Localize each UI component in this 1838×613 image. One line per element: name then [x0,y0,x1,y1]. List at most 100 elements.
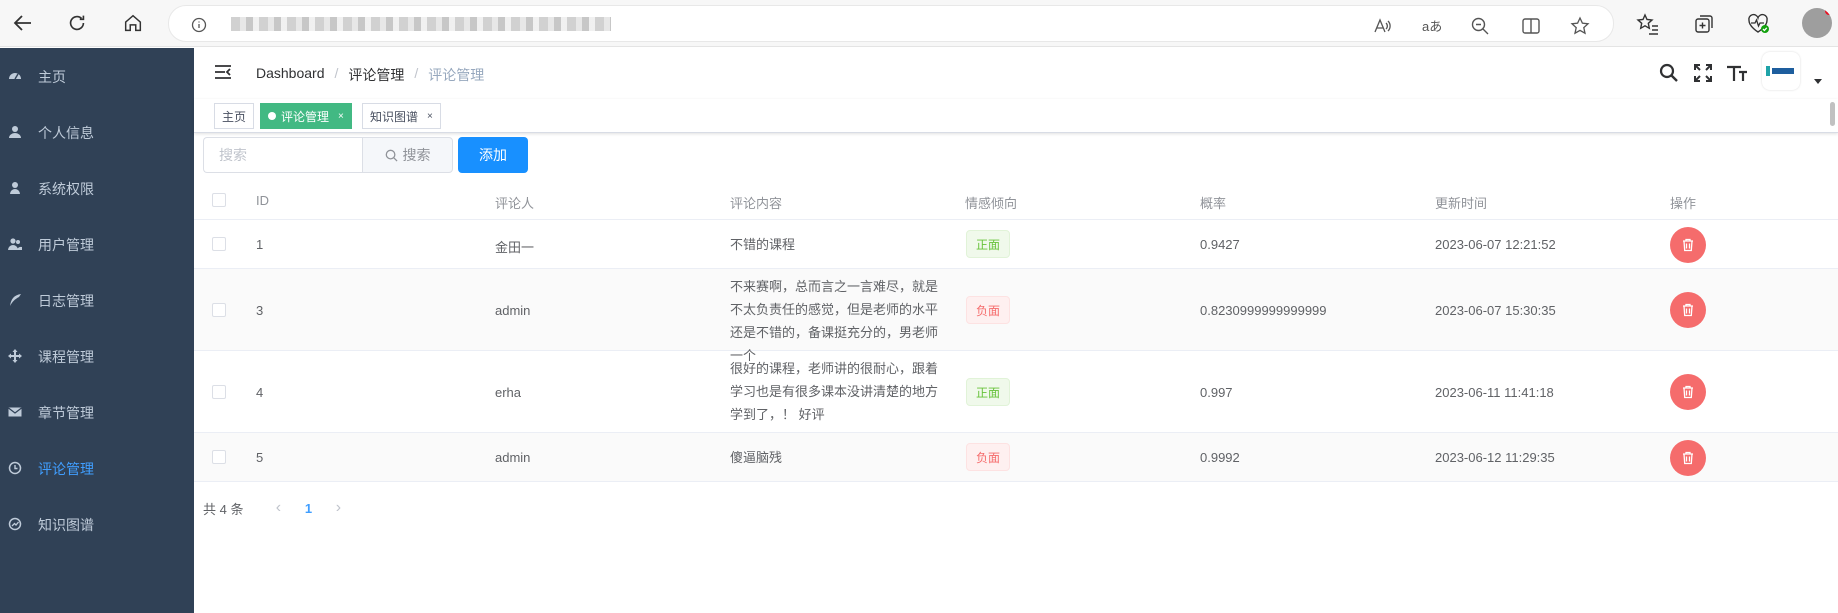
blurred-url [231,17,611,31]
trash-icon [1683,385,1693,399]
row-checkbox[interactable] [212,450,226,464]
browser-toolbar: aあ [0,0,1838,47]
trash-icon [1683,451,1693,465]
dashboard-icon [9,73,21,80]
sidebar-item-logs[interactable]: 日志管理 [0,272,194,328]
collections-icon[interactable] [1690,10,1718,38]
chart-icon [8,517,22,531]
add-button[interactable]: 添加 [458,137,528,173]
cell-time: 2023-06-07 12:21:52 [1435,237,1556,252]
row-checkbox[interactable] [212,385,226,399]
cell-probability: 0.9992 [1200,450,1240,465]
search-icon[interactable] [1658,62,1680,84]
delete-button[interactable] [1670,292,1706,328]
sidebar-item-comments[interactable]: 评论管理 [0,440,194,496]
sidebar-item-label: 系统权限 [38,181,94,197]
favorite-star-icon[interactable] [1569,15,1591,37]
feather-icon [10,294,21,306]
fullscreen-icon[interactable] [1692,62,1714,84]
delete-button[interactable] [1670,374,1706,410]
sidebar-item-chapters[interactable]: 章节管理 [0,384,194,440]
cell-user: 金田一 [495,240,535,255]
row-checkbox[interactable] [212,303,226,317]
table-row[interactable]: 3 admin 不来赛啊，总而言之一言难尽，就是不太负责任的感觉，但是老师的水平… [194,269,1838,363]
site-info-icon[interactable] [191,17,207,33]
delete-button[interactable] [1670,227,1706,263]
address-bar[interactable]: aあ [168,5,1614,42]
search-button[interactable]: 搜索 [362,137,453,173]
user-avatar[interactable] [1762,52,1800,90]
breadcrumb-dashboard[interactable]: Dashboard [256,65,325,85]
read-aloud-icon[interactable] [1371,15,1393,37]
sidebar-item-users[interactable]: 用户管理 [0,216,194,272]
breadcrumb-current: 评论管理 [428,67,485,83]
sentiment-tag: 正面 [966,378,1011,406]
table-row[interactable]: 4 erha 很好的课程，老师讲的很耐心，跟着学习也是有很多课本没讲清楚的地方学… [194,351,1838,433]
pagination: 共 4 条 ‹ 1 › [203,498,353,518]
font-size-icon[interactable] [1726,62,1748,84]
tag-knowledge-graph[interactable]: 知识图谱 × [362,103,441,129]
sidebar-item-courses[interactable]: 课程管理 [0,328,194,384]
row-checkbox[interactable] [212,237,226,251]
sidebar-item-permissions[interactable]: 系统权限 [0,160,194,216]
sidebar-item-label: 课程管理 [38,349,94,365]
refresh-icon[interactable] [62,8,92,38]
sidebar-item-knowledge-graph[interactable]: 知识图谱 [0,496,194,552]
comments-table: ID 评论人 评论内容 情感倾向 概率 更新时间 操作 1 金田一 不错的课程 … [194,180,1838,482]
cell-user: admin [495,450,531,465]
sidebar-item-label: 知识图谱 [38,517,94,533]
tag-comments[interactable]: 评论管理 × [260,103,352,129]
split-screen-icon[interactable] [1520,15,1542,37]
hamburger-icon[interactable] [214,64,232,80]
cell-id: 5 [256,450,264,465]
cell-user: admin [495,303,531,318]
mail-icon [8,407,22,417]
column-header: 情感倾向 [965,196,1018,211]
profile-avatar[interactable] [1802,8,1832,38]
cell-content: 很好的课程，老师讲的很耐心，跟着学习也是有很多课本没讲清楚的地方学到了，！ 好评 [730,361,939,422]
table-row[interactable]: 5 admin 傻逼脑残 负面 0.9992 2023-06-12 11:29:… [194,433,1838,482]
user-icon [10,182,20,194]
cell-user: erha [495,385,522,400]
search-button-label: 搜索 [402,147,431,163]
sidebar-item-label: 主页 [38,69,66,85]
chevron-right-icon[interactable]: › [323,499,353,517]
cell-time: 2023-06-12 11:29:35 [1435,450,1555,465]
tag-home[interactable]: 主页 [214,103,255,129]
cell-probability: 0.997 [1200,385,1233,400]
column-header: 概率 [1200,196,1227,211]
chevron-down-icon[interactable] [1814,79,1822,84]
pagination-total: 共 4 条 [203,501,244,517]
chevron-left-icon[interactable]: ‹ [263,499,293,517]
back-icon[interactable] [8,8,38,38]
sidebar-item-profile[interactable]: 个人信息 [0,104,194,160]
cell-id: 1 [256,237,264,252]
delete-button[interactable] [1670,440,1706,476]
cell-time: 2023-06-07 15:30:35 [1435,303,1556,318]
close-icon[interactable]: × [338,111,344,122]
favorites-list-icon[interactable] [1634,10,1662,38]
close-icon[interactable]: × [427,111,433,122]
browser-essentials-icon[interactable] [1744,10,1772,38]
select-all-checkbox[interactable] [212,193,226,207]
navbar: Dashboard / 评论管理 / 评论管理 [194,48,1838,98]
table-row[interactable]: 1 金田一 不错的课程 正面 0.9427 2023-06-07 12:21:5… [194,220,1838,269]
home-icon[interactable] [118,8,148,38]
sentiment-tag: 正面 [966,230,1011,258]
sidebar-item-label: 评论管理 [38,461,94,477]
sidebar-item-label: 个人信息 [38,125,94,141]
breadcrumb-comments[interactable]: 评论管理 [348,65,404,85]
user-icon [9,126,21,138]
page-number[interactable]: 1 [293,501,323,516]
search-input[interactable]: 搜索 [203,137,363,173]
zoom-out-icon[interactable] [1469,15,1491,37]
column-header: ID [256,193,269,208]
sidebar-item-label: 用户管理 [38,237,94,253]
scrollbar[interactable] [1830,102,1835,126]
sidebar-item-label: 日志管理 [38,293,94,309]
breadcrumb: Dashboard / 评论管理 / 评论管理 [256,65,484,85]
sidebar-item-home[interactable]: 主页 [0,48,194,104]
translate-icon[interactable]: aあ [1421,15,1443,37]
table-header: ID 评论人 评论内容 情感倾向 概率 更新时间 操作 [194,180,1838,220]
active-dot-icon [268,112,276,120]
